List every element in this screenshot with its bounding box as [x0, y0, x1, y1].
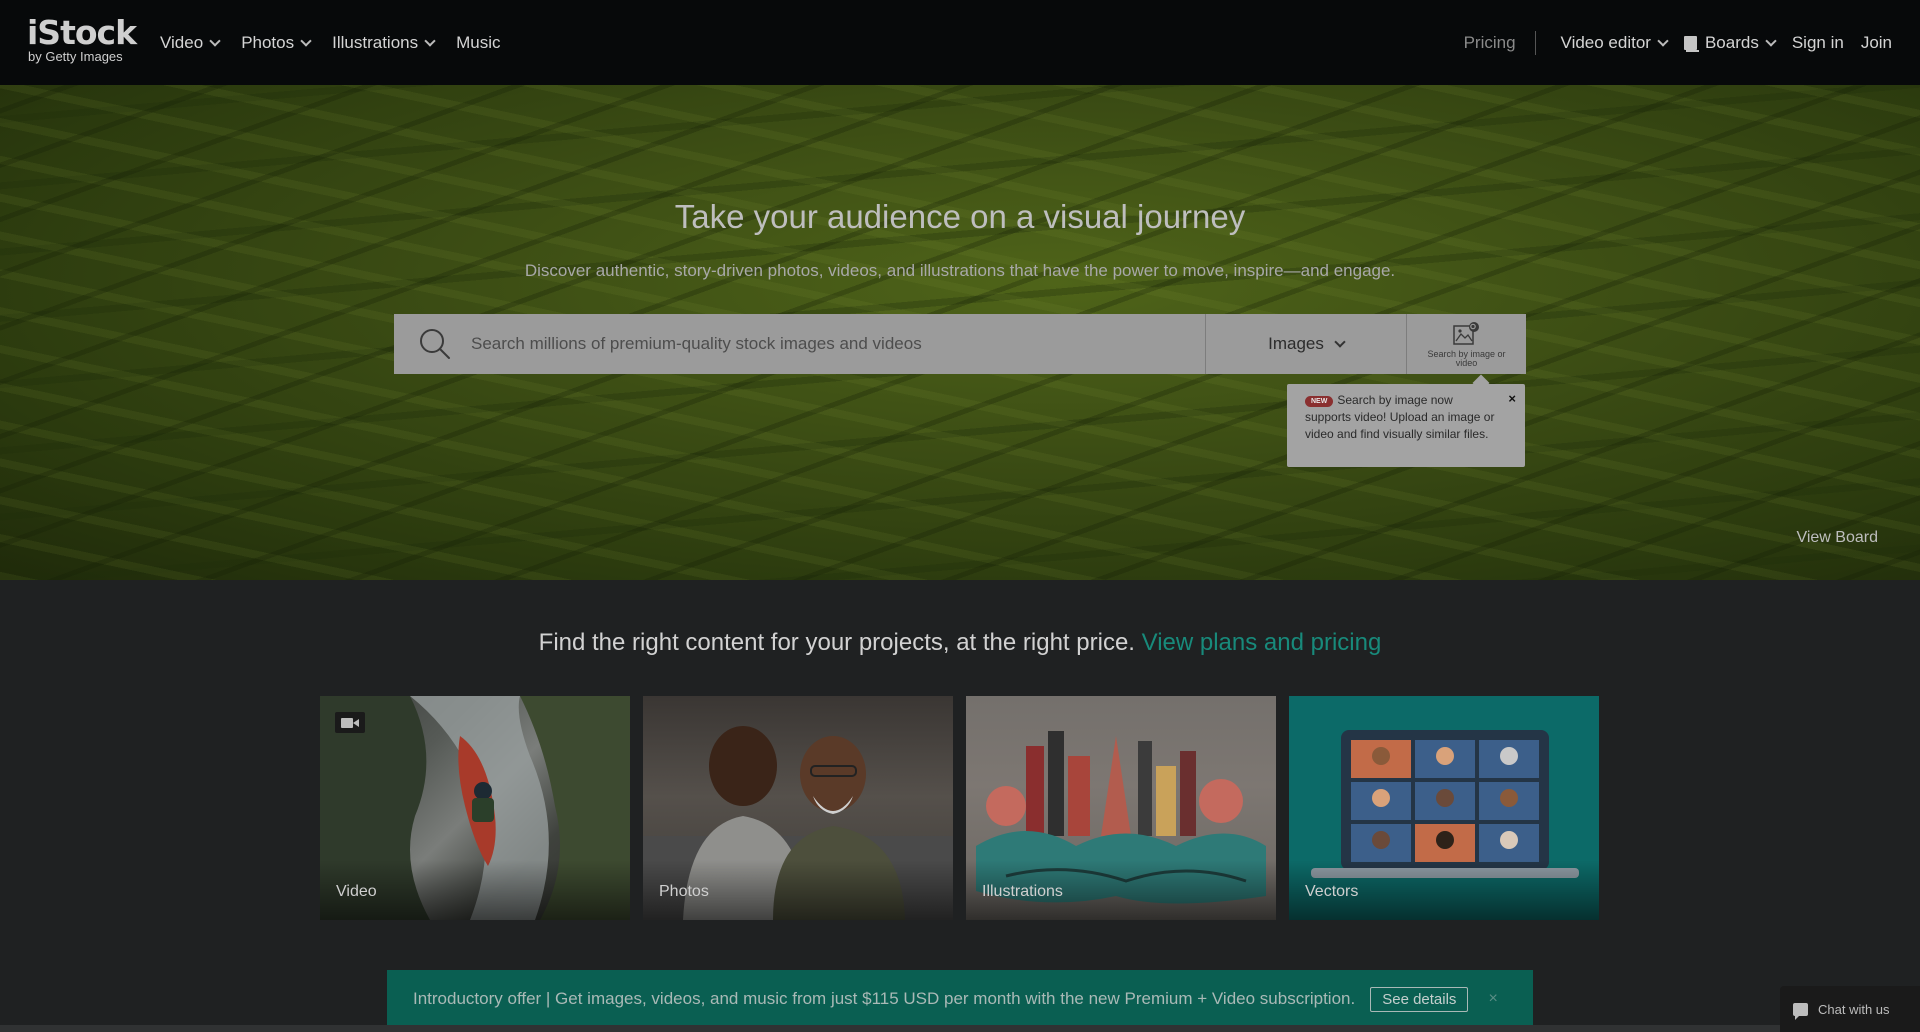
chevron-down-icon: [209, 34, 221, 47]
nav-music-label: Music: [456, 32, 501, 52]
search-by-image-button[interactable]: Search by image or video: [1406, 314, 1526, 374]
video-camera-icon: [335, 712, 365, 733]
sign-in-link[interactable]: Sign in: [1792, 33, 1844, 53]
nav-photos-label: Photos: [241, 32, 295, 52]
search-icon: [420, 329, 450, 359]
chevron-down-icon: [1657, 34, 1669, 47]
image-search-icon: [1452, 321, 1479, 345]
offer-text: Introductory offer | Get images, videos,…: [413, 989, 1356, 1008]
media-type-value: Images: [1268, 334, 1324, 353]
chevron-down-icon: [1765, 34, 1777, 47]
nav-divider: [1534, 30, 1536, 55]
nav-video-label: Video: [160, 32, 204, 52]
logo-wordmark: iStock: [27, 13, 137, 52]
card-label-photos: Photos: [659, 883, 709, 900]
card-label-vectors: Vectors: [1305, 883, 1359, 900]
category-card-illustrations[interactable]: Illustrations: [966, 696, 1276, 920]
chat-label: Chat with us: [1818, 1001, 1890, 1017]
nav-video-menu[interactable]: Video: [160, 32, 221, 53]
tooltip-text: Search by image now supports video! Uplo…: [1305, 393, 1495, 441]
tooltip-close-button[interactable]: ×: [1508, 390, 1516, 407]
view-board-link[interactable]: View Board: [1796, 529, 1878, 547]
page-bottom-strip: [0, 1025, 1920, 1032]
introductory-offer-banner: Introductory offer | Get images, videos,…: [387, 970, 1533, 1028]
view-plans-link[interactable]: View plans and pricing: [1142, 629, 1382, 656]
card-label-video: Video: [336, 883, 377, 900]
hero-banner: Take your audience on a visual journey D…: [0, 85, 1920, 580]
pricing-link[interactable]: Pricing: [1464, 33, 1516, 53]
logo-byline: by Getty Images: [28, 49, 123, 64]
boards-icon: [1683, 35, 1699, 52]
boards-menu[interactable]: Boards: [1683, 32, 1777, 53]
category-card-video[interactable]: Video: [320, 696, 630, 920]
card-label-illustrations: Illustrations: [982, 883, 1063, 900]
search-field[interactable]: [394, 314, 1205, 374]
nav-music-link[interactable]: Music: [456, 33, 500, 53]
join-link[interactable]: Join: [1861, 33, 1892, 53]
pricing-promo-text: Find the right content for your projects…: [538, 629, 1135, 656]
media-type-dropdown[interactable]: Images: [1205, 314, 1406, 374]
chat-with-us-button[interactable]: Chat with us: [1780, 986, 1920, 1032]
image-search-tooltip: NEW Search by image now supports video! U…: [1287, 384, 1525, 467]
nav-illustrations-menu[interactable]: Illustrations: [332, 32, 436, 53]
top-navigation: iStock by Getty Images Video Photos Illu…: [0, 0, 1920, 85]
nav-illustrations-label: Illustrations: [332, 32, 419, 52]
chevron-down-icon: [1334, 336, 1346, 348]
pricing-promo: Find the right content for your projects…: [0, 629, 1920, 657]
image-search-label: Search by image or video: [1427, 348, 1506, 368]
chevron-down-icon: [424, 34, 436, 47]
primary-nav: Video Photos Illustrations Music: [160, 0, 501, 85]
see-details-button[interactable]: See details: [1370, 986, 1469, 1012]
hero-title: Take your audience on a visual journey: [674, 198, 1246, 235]
search-bar: Images Search by image or video: [394, 314, 1526, 374]
category-card-vectors[interactable]: Vectors: [1289, 696, 1599, 920]
nav-photos-menu[interactable]: Photos: [241, 32, 312, 53]
banner-close-button[interactable]: ×: [1488, 990, 1497, 1008]
search-input[interactable]: [471, 314, 1191, 374]
video-editor-label: Video editor: [1560, 32, 1651, 52]
category-card-photos[interactable]: Photos: [643, 696, 953, 920]
account-nav: Pricing Video editor Boards Sign in Join: [1464, 0, 1892, 85]
chevron-down-icon: [300, 34, 312, 47]
category-cards: Video Photos Illustrations Vectors: [320, 696, 1599, 920]
boards-label: Boards: [1704, 32, 1759, 52]
video-editor-menu[interactable]: Video editor: [1560, 32, 1669, 53]
hero-subtitle: Discover authentic, story-driven photos,…: [524, 261, 1396, 280]
content-section: Find the right content for your projects…: [0, 580, 1920, 1025]
new-badge: NEW: [1305, 396, 1334, 407]
istock-logo[interactable]: iStock by Getty Images: [27, 13, 137, 64]
chat-bubble-icon: [1793, 1002, 1808, 1020]
